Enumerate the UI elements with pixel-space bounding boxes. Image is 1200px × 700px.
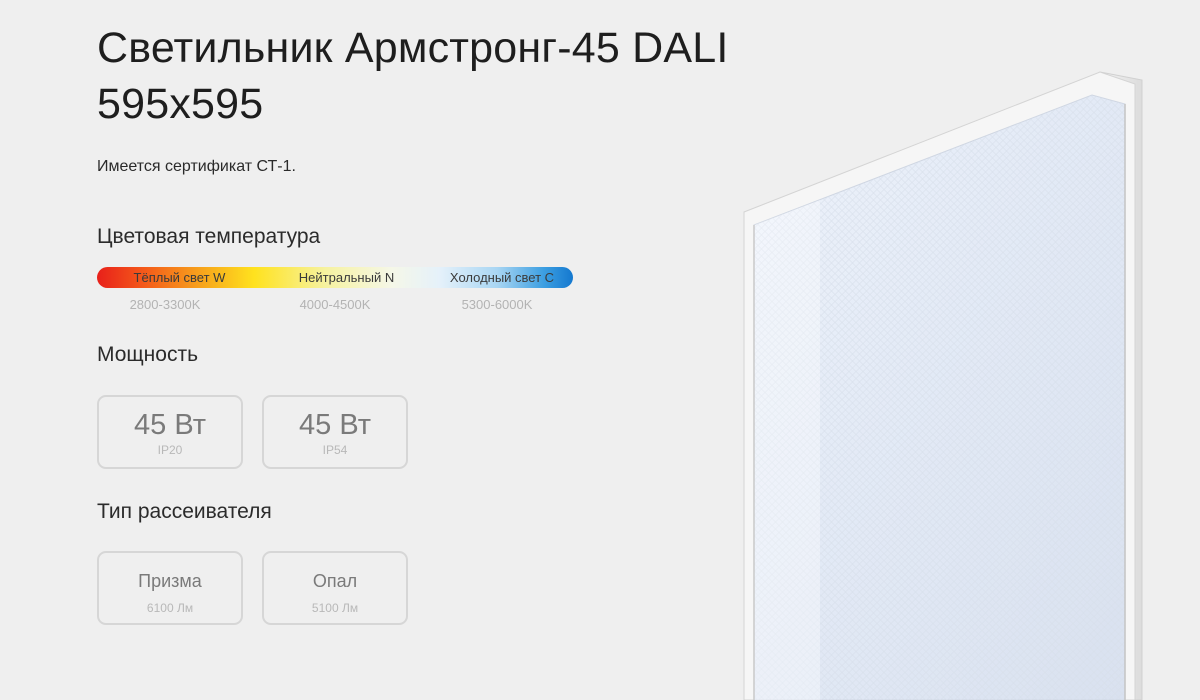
led-panel-icon [743, 71, 1143, 700]
diffuser-label: Тип рассеивателя [97, 500, 272, 523]
temp-option-warm[interactable]: Тёплый свет W [97, 267, 262, 288]
diffuser-flux: 5100 Лм [311, 601, 359, 615]
power-value: 45 Вт [134, 409, 206, 441]
power-label: Мощность [97, 343, 199, 366]
diffuser-option-prism[interactable]: Призма 6100 Лм [97, 551, 243, 625]
certificate-note: Имеется сертификат СТ-1. [97, 158, 296, 175]
temp-range-neutral: 4000-4500K [299, 297, 371, 312]
diffuser-name: Призма [138, 571, 202, 591]
temp-range-warm: 2800-3300K [129, 297, 201, 312]
power-option-ip54[interactable]: 45 Вт IP54 [262, 395, 408, 469]
diffuser-name: Опал [312, 571, 358, 591]
led-panel-image [730, 60, 1200, 700]
power-option-ip20[interactable]: 45 Вт IP20 [97, 395, 243, 469]
color-temperature-bar: Тёплый свет W Нейтральный N Холодный све… [97, 267, 573, 288]
power-protection: IP54 [322, 443, 348, 457]
temp-option-neutral[interactable]: Нейтральный N [262, 267, 431, 288]
color-temperature-label: Цветовая температура [97, 225, 321, 248]
temp-option-cold[interactable]: Холодный свет C [431, 267, 573, 288]
power-protection: IP20 [157, 443, 183, 457]
temp-range-cold: 5300-6000K [461, 297, 533, 312]
power-value: 45 Вт [299, 409, 371, 441]
diffuser-option-opal[interactable]: Опал 5100 Лм [262, 551, 408, 625]
diffuser-flux: 6100 Лм [146, 601, 194, 615]
